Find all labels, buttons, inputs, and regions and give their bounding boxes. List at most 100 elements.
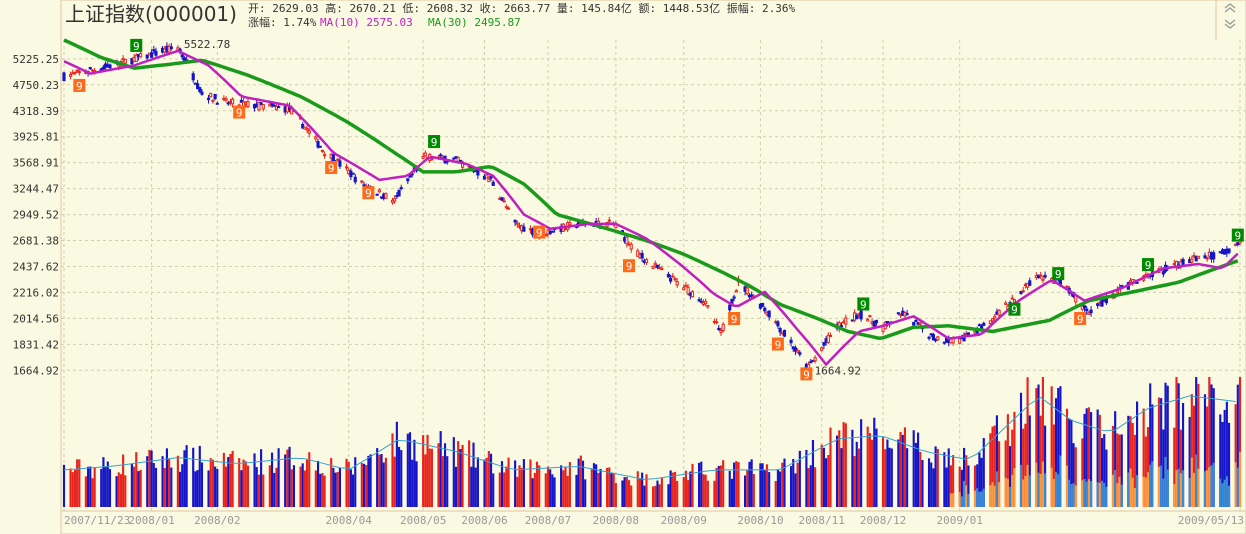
signal-label: 9 [860, 298, 867, 311]
volume-overlay-bar [1028, 475, 1031, 507]
candle [778, 326, 782, 336]
volume-bar [487, 450, 490, 507]
volume-bar [638, 478, 642, 507]
candle [1074, 295, 1078, 306]
y-tick-label: 3244.47 [13, 183, 59, 196]
volume-bar [395, 421, 398, 507]
volume-bar [768, 472, 771, 507]
volume-bar [214, 466, 217, 507]
candle [844, 314, 848, 329]
volume-overlay-bar [1221, 483, 1224, 507]
volume-bar [336, 471, 339, 507]
volume-bar [454, 466, 458, 507]
volume-bar [176, 455, 179, 507]
volume-bar [424, 454, 427, 507]
signal-label: 9 [536, 227, 543, 240]
volume-bar [855, 441, 858, 507]
signal-marker: 9 [623, 259, 636, 273]
signal-label: 9 [76, 80, 83, 93]
volume-bar [829, 427, 832, 507]
signal-marker: 9 [325, 160, 338, 175]
candle [246, 98, 250, 109]
volume-overlay-bar [1203, 471, 1207, 507]
candle [767, 310, 771, 321]
volume-bar [345, 458, 348, 507]
volume-bar [844, 423, 847, 507]
volume-bar [610, 473, 613, 507]
volume-bar [503, 472, 506, 507]
x-tick-label: 2008/05 [400, 514, 446, 527]
volume-overlay-bar [1219, 478, 1222, 507]
volume-bar [551, 474, 554, 507]
volume-bar [102, 457, 105, 507]
candle [820, 346, 824, 352]
volume-bar [260, 449, 263, 507]
volume-overlay-bar [1179, 473, 1182, 507]
volume-bar [87, 466, 90, 507]
volume-bar [286, 449, 289, 507]
volume-bar [687, 480, 690, 507]
volume-bar [733, 462, 736, 507]
volume-bar [470, 466, 473, 507]
y-tick-label: 2681.38 [13, 235, 59, 248]
volume-overlay-bar [1098, 483, 1101, 507]
volume-bar [229, 453, 232, 507]
y-tick-label: 1831.42 [13, 338, 59, 351]
volume-bar [288, 446, 291, 507]
volume-bar [811, 440, 815, 507]
volume-bar [485, 457, 488, 507]
volume-bar [713, 480, 716, 507]
volume-bar [914, 442, 917, 507]
volume-bar [441, 456, 444, 507]
ma10-line [63, 49, 1239, 366]
signal-label: 9 [1145, 259, 1152, 272]
signal-marker: 9 [533, 225, 546, 240]
volume-bar [439, 431, 442, 507]
candle [828, 332, 833, 338]
volume-bar [198, 445, 201, 507]
volume-bar [168, 458, 171, 507]
volume-bar [584, 479, 587, 507]
candle [644, 258, 649, 265]
double-chevron-up-icon[interactable] [1220, 2, 1240, 16]
volume-overlay-bar [949, 493, 952, 507]
volume-bar [595, 464, 598, 507]
volume-bar [851, 429, 854, 507]
signal-label: 9 [365, 187, 372, 200]
x-tick-label: 2008/01 [128, 514, 174, 527]
volume-bar [222, 452, 225, 507]
volume-bar [314, 470, 317, 507]
volume-bar [227, 456, 230, 507]
signal-marker: 9 [1052, 267, 1065, 281]
volume-overlay-bar [1227, 485, 1231, 507]
volume-bar [354, 457, 357, 507]
signal-label: 9 [1077, 313, 1084, 326]
volume-bar [422, 435, 425, 507]
volume-bar [119, 474, 123, 507]
volume-bar [765, 464, 769, 507]
volume-bar [792, 459, 795, 507]
volume-overlay-bar [1059, 455, 1062, 507]
double-chevron-down-icon[interactable] [1220, 18, 1240, 32]
candle [360, 180, 364, 184]
stock-chart[interactable]: 5225.25 4750.23 4318.39 3925.81 3568.91 3244.… [0, 0, 1246, 534]
candle [761, 302, 765, 308]
volume-bar [715, 467, 718, 507]
candle [320, 149, 324, 154]
volume-bar [231, 450, 234, 507]
volume-overlay-bar [1081, 480, 1084, 507]
candle [651, 265, 655, 270]
y-tick-label: 1664.92 [13, 364, 59, 377]
volume-bar [253, 453, 256, 507]
y-tick-label: 2216.02 [13, 286, 59, 299]
y-tick-label: 4750.23 [13, 79, 59, 92]
volume-bar [568, 462, 571, 507]
volume-bar [306, 458, 309, 507]
volume-bar [930, 462, 933, 507]
volume-overlay-bar [1070, 484, 1073, 507]
volume-bar [216, 468, 219, 507]
candle [344, 163, 349, 171]
volume-bar [873, 417, 876, 507]
candle [458, 159, 462, 162]
volume-bar [242, 459, 245, 507]
